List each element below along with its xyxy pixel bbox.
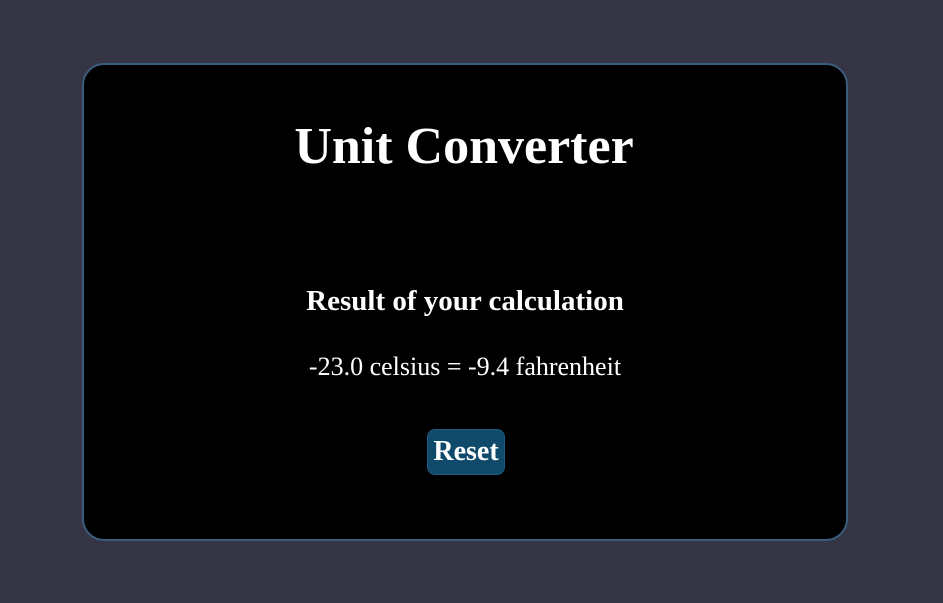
result-heading: Result of your calculation xyxy=(306,285,624,317)
converter-card: Unit Converter Result of your calculatio… xyxy=(82,63,848,541)
reset-button[interactable]: Reset xyxy=(427,429,505,475)
result-text: -23.0 celsius = -9.4 fahrenheit xyxy=(308,352,622,381)
page-title: Unit Converter xyxy=(294,118,634,175)
